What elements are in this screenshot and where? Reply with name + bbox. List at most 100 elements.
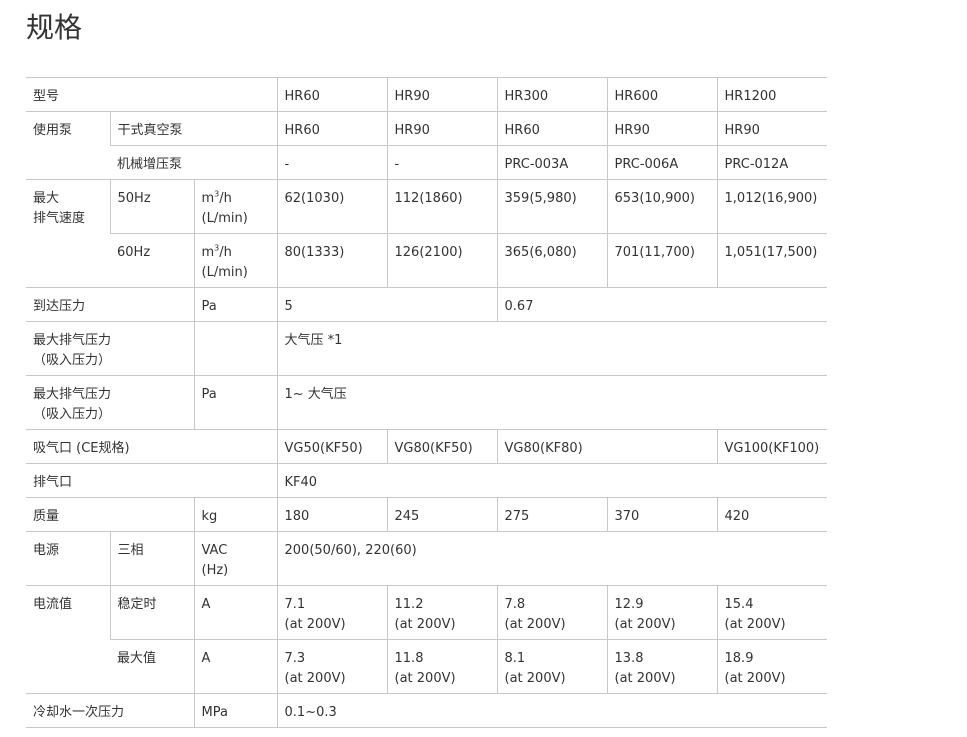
unit-lmin: (L/min)	[201, 265, 248, 280]
mass-cell: 370	[606, 497, 718, 532]
row-max-exhaust-pressure-2: 最大排气压力 （吸入压力） Pa 1~ 大气压	[26, 375, 828, 430]
unit-speed: m3/h (L/min)	[193, 233, 278, 288]
mass-cell: 245	[386, 497, 498, 532]
label-three-phase: 三相	[109, 531, 194, 586]
max-exhaust-2-value: 1~ 大气压	[276, 375, 828, 430]
row-speed-50hz: 最大 排气速度 50Hz m3/h (L/min) 62(1030) 112(1…	[26, 179, 828, 288]
current-max-cell: 7.3 (at 200V)	[276, 639, 388, 694]
label-max: 最大值	[110, 639, 194, 694]
booster-pump-cell: PRC-003A	[496, 145, 608, 180]
label-line1: 最大排气压力	[33, 387, 112, 402]
label-speed: 最大 排气速度	[26, 179, 110, 288]
row-model: 型号 HR60 HR90 HR300 HR600 HR1200	[26, 77, 828, 112]
model-cell: HR60	[276, 77, 388, 112]
unit-mass: kg	[193, 497, 278, 532]
mass-cell: 420	[716, 497, 828, 532]
row-power: 电源 三相 VAC (Hz) 200(50/60), 220(60)	[26, 531, 828, 586]
model-cell: HR1200	[716, 77, 828, 112]
label-line1: 最大排气压力	[33, 333, 112, 348]
current-steady-cell: 7.1 (at 200V)	[276, 585, 388, 640]
label-max-exhaust-pressure-2: 最大排气压力 （吸入压力）	[26, 375, 194, 430]
booster-pump-cell: PRC-006A	[606, 145, 718, 180]
current-max-cell: 11.8 (at 200V)	[386, 639, 498, 694]
dry-pump-cell: HR90	[716, 111, 828, 146]
row-outlet: 排气口 KF40	[26, 463, 828, 498]
speed-50hz-cell: 653(10,900)	[606, 179, 718, 234]
label-speed-line2: 排气速度	[33, 211, 86, 226]
current-steady-cell: 7.8 (at 200V)	[496, 585, 608, 640]
speed-60hz-cell: 365(6,080)	[496, 233, 608, 288]
current-max-cell: 18.9 (at 200V)	[716, 639, 828, 694]
row-speed-60hz: 60Hz m3/h (L/min) 80(1333) 126(2100) 365…	[26, 233, 828, 288]
speed-60hz-cell: 1,051(17,500)	[716, 233, 828, 288]
dry-pump-cell: HR60	[496, 111, 608, 146]
ultimate-pressure-a: 5	[276, 287, 498, 322]
unit-h: /h	[219, 191, 232, 206]
row-booster-pump: 机械增压泵 - - PRC-003A PRC-006A PRC-012A	[26, 145, 828, 180]
current-max-cell: 8.1 (at 200V)	[496, 639, 608, 694]
cooling-water-value: 0.1~0.3	[276, 693, 828, 728]
label-inlet: 吸气口 (CE规格)	[26, 429, 278, 464]
unit-lmin: (L/min)	[201, 211, 248, 226]
max-exhaust-1-value: 大气压 *1	[276, 321, 828, 376]
label-outlet: 排气口	[26, 463, 278, 498]
inlet-cell: VG80(KF50)	[386, 429, 498, 464]
label-dry-pump: 干式真空泵	[109, 111, 278, 146]
inlet-cell: VG50(KF50)	[276, 429, 388, 464]
booster-pump-cell: -	[386, 145, 498, 180]
unit-current: A	[193, 639, 278, 694]
speed-60hz-cell: 701(11,700)	[606, 233, 718, 288]
label-model: 型号	[26, 77, 278, 112]
current-steady-cell: 11.2 (at 200V)	[386, 585, 498, 640]
row-max-exhaust-pressure-1: 最大排气压力 （吸入压力） 大气压 *1	[26, 321, 828, 376]
speed-60hz-cell: 126(2100)	[386, 233, 498, 288]
label-ultimate-pressure: 到达压力	[26, 287, 194, 322]
label-booster-pump: 机械增压泵	[110, 145, 278, 180]
speed-60hz-cell: 80(1333)	[276, 233, 388, 288]
outlet-value: KF40	[276, 463, 828, 498]
label-pump: 使用泵	[26, 111, 110, 180]
inlet-cell: VG100(KF100)	[716, 429, 828, 464]
row-ultimate-pressure: 到达压力 Pa 5 0.67	[26, 287, 828, 322]
row-current-steady: 电流值 稳定时 A 7.1 (at 200V) 11.2 (at 200V) 7.8…	[26, 585, 828, 694]
mass-cell: 180	[276, 497, 388, 532]
label-speed-line1: 最大	[33, 191, 60, 206]
current-max-cell: 13.8 (at 200V)	[606, 639, 718, 694]
power-value: 200(50/60), 220(60)	[276, 531, 828, 586]
label-current: 电流值	[26, 585, 110, 694]
current-steady-cell: 15.4 (at 200V)	[716, 585, 828, 640]
label-mass: 质量	[26, 497, 194, 532]
row-dry-pump: 使用泵 干式真空泵 HR60 HR90 HR60 HR90 HR90	[26, 111, 828, 180]
label-max-exhaust-pressure-1: 最大排气压力 （吸入压力）	[26, 321, 194, 376]
speed-50hz-cell: 359(5,980)	[496, 179, 608, 234]
unit-m: m	[201, 191, 215, 206]
row-cooling-water: 冷却水一次压力 MPa 0.1~0.3	[26, 693, 828, 728]
dry-pump-cell: HR90	[606, 111, 718, 146]
model-cell: HR600	[606, 77, 718, 112]
unit-max-exhaust-2: Pa	[193, 375, 278, 430]
speed-50hz-cell: 1,012(16,900)	[716, 179, 828, 234]
label-power: 电源	[26, 531, 110, 586]
label-cooling-water: 冷却水一次压力	[26, 693, 194, 728]
speed-50hz-cell: 62(1030)	[276, 179, 388, 234]
unit-speed: m3/h (L/min)	[193, 179, 278, 234]
unit-vac: VAC	[201, 543, 228, 558]
speed-50hz-cell: 112(1860)	[386, 179, 498, 234]
row-mass: 质量 kg 180 245 275 370 420	[26, 497, 828, 532]
unit-power: VAC (Hz)	[193, 531, 278, 586]
unit-hz: (Hz)	[201, 563, 229, 578]
unit-max-exhaust-1	[193, 321, 278, 376]
page-title: 规格	[26, 11, 83, 44]
dry-pump-cell: HR90	[386, 111, 498, 146]
model-cell: HR90	[386, 77, 498, 112]
label-line2: （吸入压力）	[33, 407, 112, 422]
spec-table: 型号 HR60 HR90 HR300 HR600 HR1200 使用泵 干式真空…	[26, 77, 828, 728]
inlet-cell: VG80(KF80)	[496, 429, 718, 464]
unit-cooling-water: MPa	[193, 693, 278, 728]
row-current-max: 最大值 A 7.3 (at 200V) 11.8 (at 200V) 8.1 (at …	[26, 639, 828, 694]
unit-current: A	[193, 585, 278, 640]
unit-m: m	[201, 245, 215, 260]
current-steady-cell: 12.9 (at 200V)	[606, 585, 718, 640]
label-line2: （吸入压力）	[33, 353, 112, 368]
label-50hz: 50Hz	[109, 179, 194, 234]
